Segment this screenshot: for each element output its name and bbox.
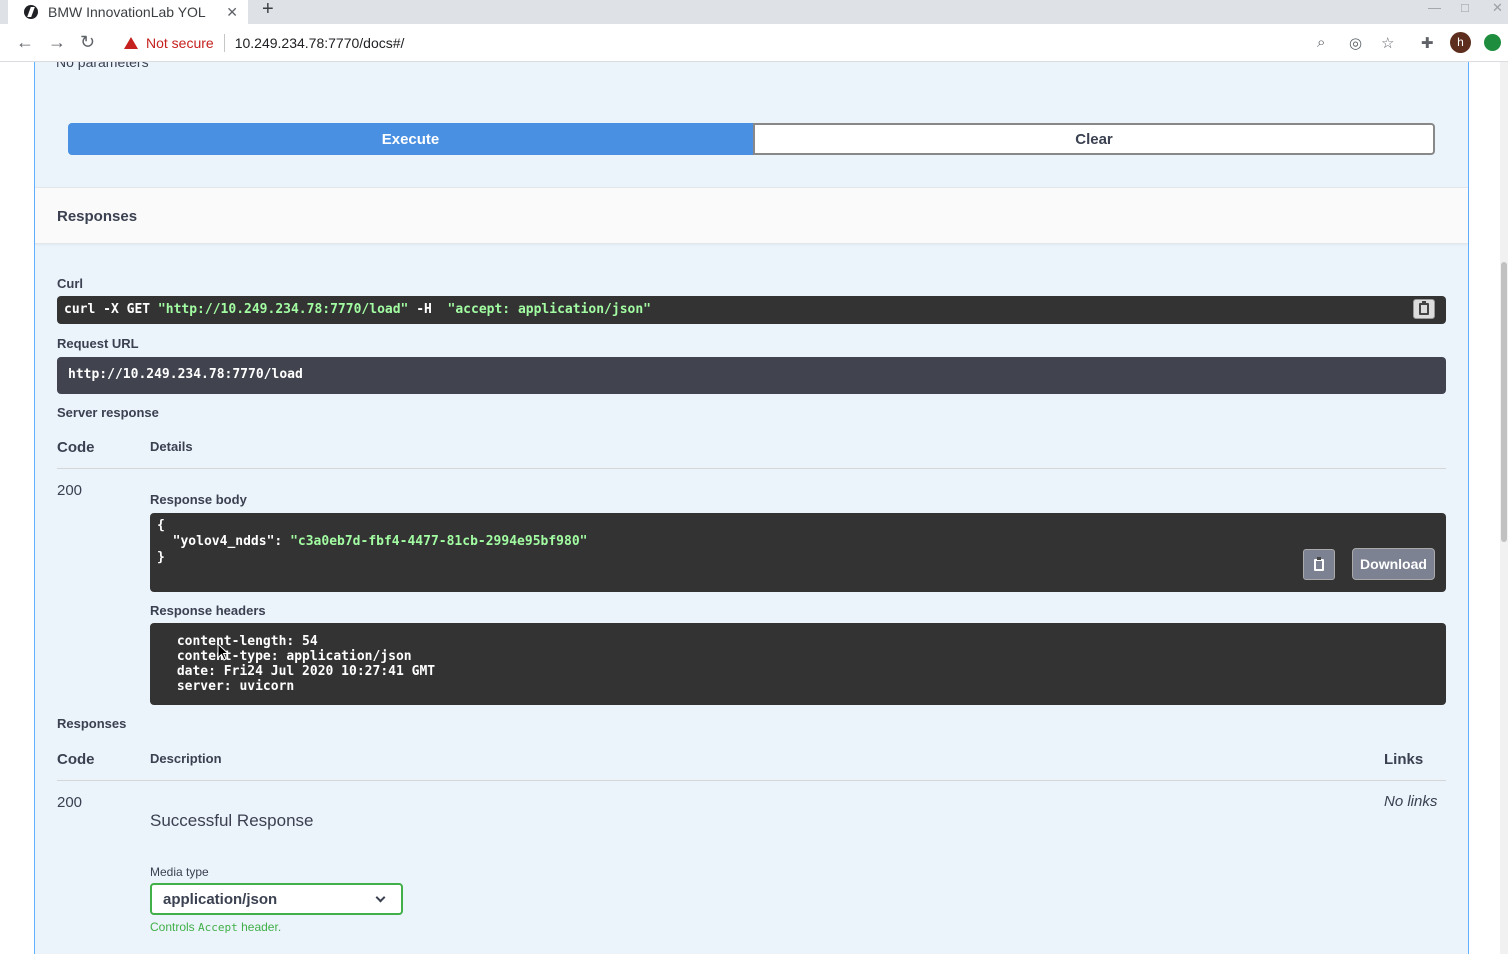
not-secure-label[interactable]: Not secure — [146, 35, 214, 51]
chevron-down-icon — [375, 892, 386, 902]
clipboard-icon — [1314, 556, 1324, 571]
maximize-icon[interactable]: □ — [1461, 0, 1469, 15]
controls-prefix: Controls — [150, 920, 199, 934]
body-close: } — [157, 550, 165, 565]
code-column-header: Code — [57, 439, 95, 456]
new-tab-icon[interactable]: + — [262, 0, 274, 19]
bookmark-star-icon[interactable]: ☆ — [1381, 34, 1394, 52]
table-divider — [57, 468, 1446, 469]
curl-header-flag: -H — [408, 302, 448, 317]
execute-wrapper: Execute Clear — [68, 123, 1435, 155]
response-body-label: Response body — [150, 492, 247, 507]
code-column-header: Code — [57, 751, 95, 768]
response-headers[interactable]: content-length: 54 content-type: applica… — [150, 623, 1446, 705]
minimize-icon[interactable]: — — [1428, 0, 1441, 15]
curl-header: "accept: application/json" — [447, 302, 652, 317]
profile-avatar[interactable]: h — [1450, 32, 1471, 53]
back-icon[interactable]: ← — [16, 32, 34, 52]
response-code: 200 — [57, 794, 83, 811]
tab-close-icon[interactable]: ✕ — [226, 4, 238, 21]
responses-header: Responses — [35, 187, 1468, 244]
clipboard-icon — [1419, 301, 1429, 315]
media-type-value: application/json — [163, 890, 278, 908]
tab-title: BMW InnovationLab YOL — [48, 4, 206, 20]
request-url-label: Request URL — [57, 336, 139, 351]
clear-button[interactable]: Clear — [753, 123, 1435, 155]
browser-tab[interactable]: BMW InnovationLab YOL ✕ — [8, 0, 248, 24]
description-column-header: Description — [150, 751, 222, 766]
controls-code: Accept — [198, 921, 238, 934]
media-type-select[interactable]: application/json — [150, 883, 403, 915]
controls-suffix: header. — [237, 920, 282, 934]
curl-label: Curl — [57, 276, 83, 291]
body-open: { — [157, 518, 165, 533]
browser-toolbar: ← → ↻ Not secure 10.249.234.78:7770/docs… — [0, 24, 1508, 62]
table-divider — [57, 780, 1446, 781]
no-links-text: No links — [1384, 793, 1438, 810]
links-column-header: Links — [1384, 751, 1424, 768]
response-description: Successful Response — [150, 811, 314, 830]
body-key: "yolov4_ndds": — [157, 534, 291, 549]
copy-body-button[interactable] — [1303, 549, 1335, 580]
no-parameters-text: No parameters — [56, 62, 149, 70]
page-scrollbar[interactable] — [1500, 62, 1508, 954]
extensions-icon[interactable]: ✚ — [1421, 34, 1434, 52]
server-response-label: Server response — [57, 405, 159, 420]
address-bar[interactable]: Not secure 10.249.234.78:7770/docs#/ — [112, 27, 1410, 58]
copy-curl-button[interactable] — [1413, 299, 1435, 319]
url-text[interactable]: 10.249.234.78:7770/docs#/ — [235, 35, 405, 51]
response-headers-label: Response headers — [150, 603, 266, 618]
mouse-cursor-icon — [217, 643, 229, 661]
media-type-label: Media type — [150, 865, 209, 879]
extension-icon[interactable] — [1484, 34, 1501, 51]
details-column-header: Details — [150, 439, 193, 454]
omnibox-divider — [223, 33, 225, 52]
curl-url: "http://10.249.234.78:7770/load" — [157, 302, 409, 317]
tab-strip: BMW InnovationLab YOL ✕ + — □ ✕ — [0, 0, 1508, 24]
window-close-icon[interactable]: ✕ — [1492, 0, 1503, 16]
download-button[interactable]: Download — [1352, 548, 1435, 580]
forward-icon[interactable]: → — [48, 32, 66, 52]
warning-icon — [124, 36, 138, 49]
status-code: 200 — [57, 482, 83, 499]
execute-button[interactable]: Execute — [68, 123, 753, 155]
tracking-icon[interactable]: ◎ — [1349, 34, 1362, 52]
response-body[interactable]: { "yolov4_ndds": "c3a0eb7d-fbf4-4477-81c… — [150, 513, 1446, 592]
scrollbar-thumb[interactable] — [1501, 262, 1507, 542]
curl-command[interactable]: curl -X GET "http://10.249.234.78:7770/l… — [57, 296, 1446, 324]
responses-label: Responses — [57, 716, 127, 731]
zoom-icon[interactable]: ⌕ — [1317, 34, 1325, 51]
curl-prefix: curl -X GET — [64, 302, 158, 317]
page-viewport: No parameters Execute Clear Responses Cu… — [0, 62, 1508, 954]
responses-title: Responses — [57, 208, 138, 225]
favicon-icon — [24, 5, 38, 19]
request-url-value[interactable]: http://10.249.234.78:7770/load — [57, 357, 1446, 394]
body-value: "c3a0eb7d-fbf4-4477-81cb-2994e95bf980" — [290, 534, 588, 549]
reload-icon[interactable]: ↻ — [80, 32, 95, 52]
controls-accept-note: Controls Accept header. — [150, 920, 281, 934]
